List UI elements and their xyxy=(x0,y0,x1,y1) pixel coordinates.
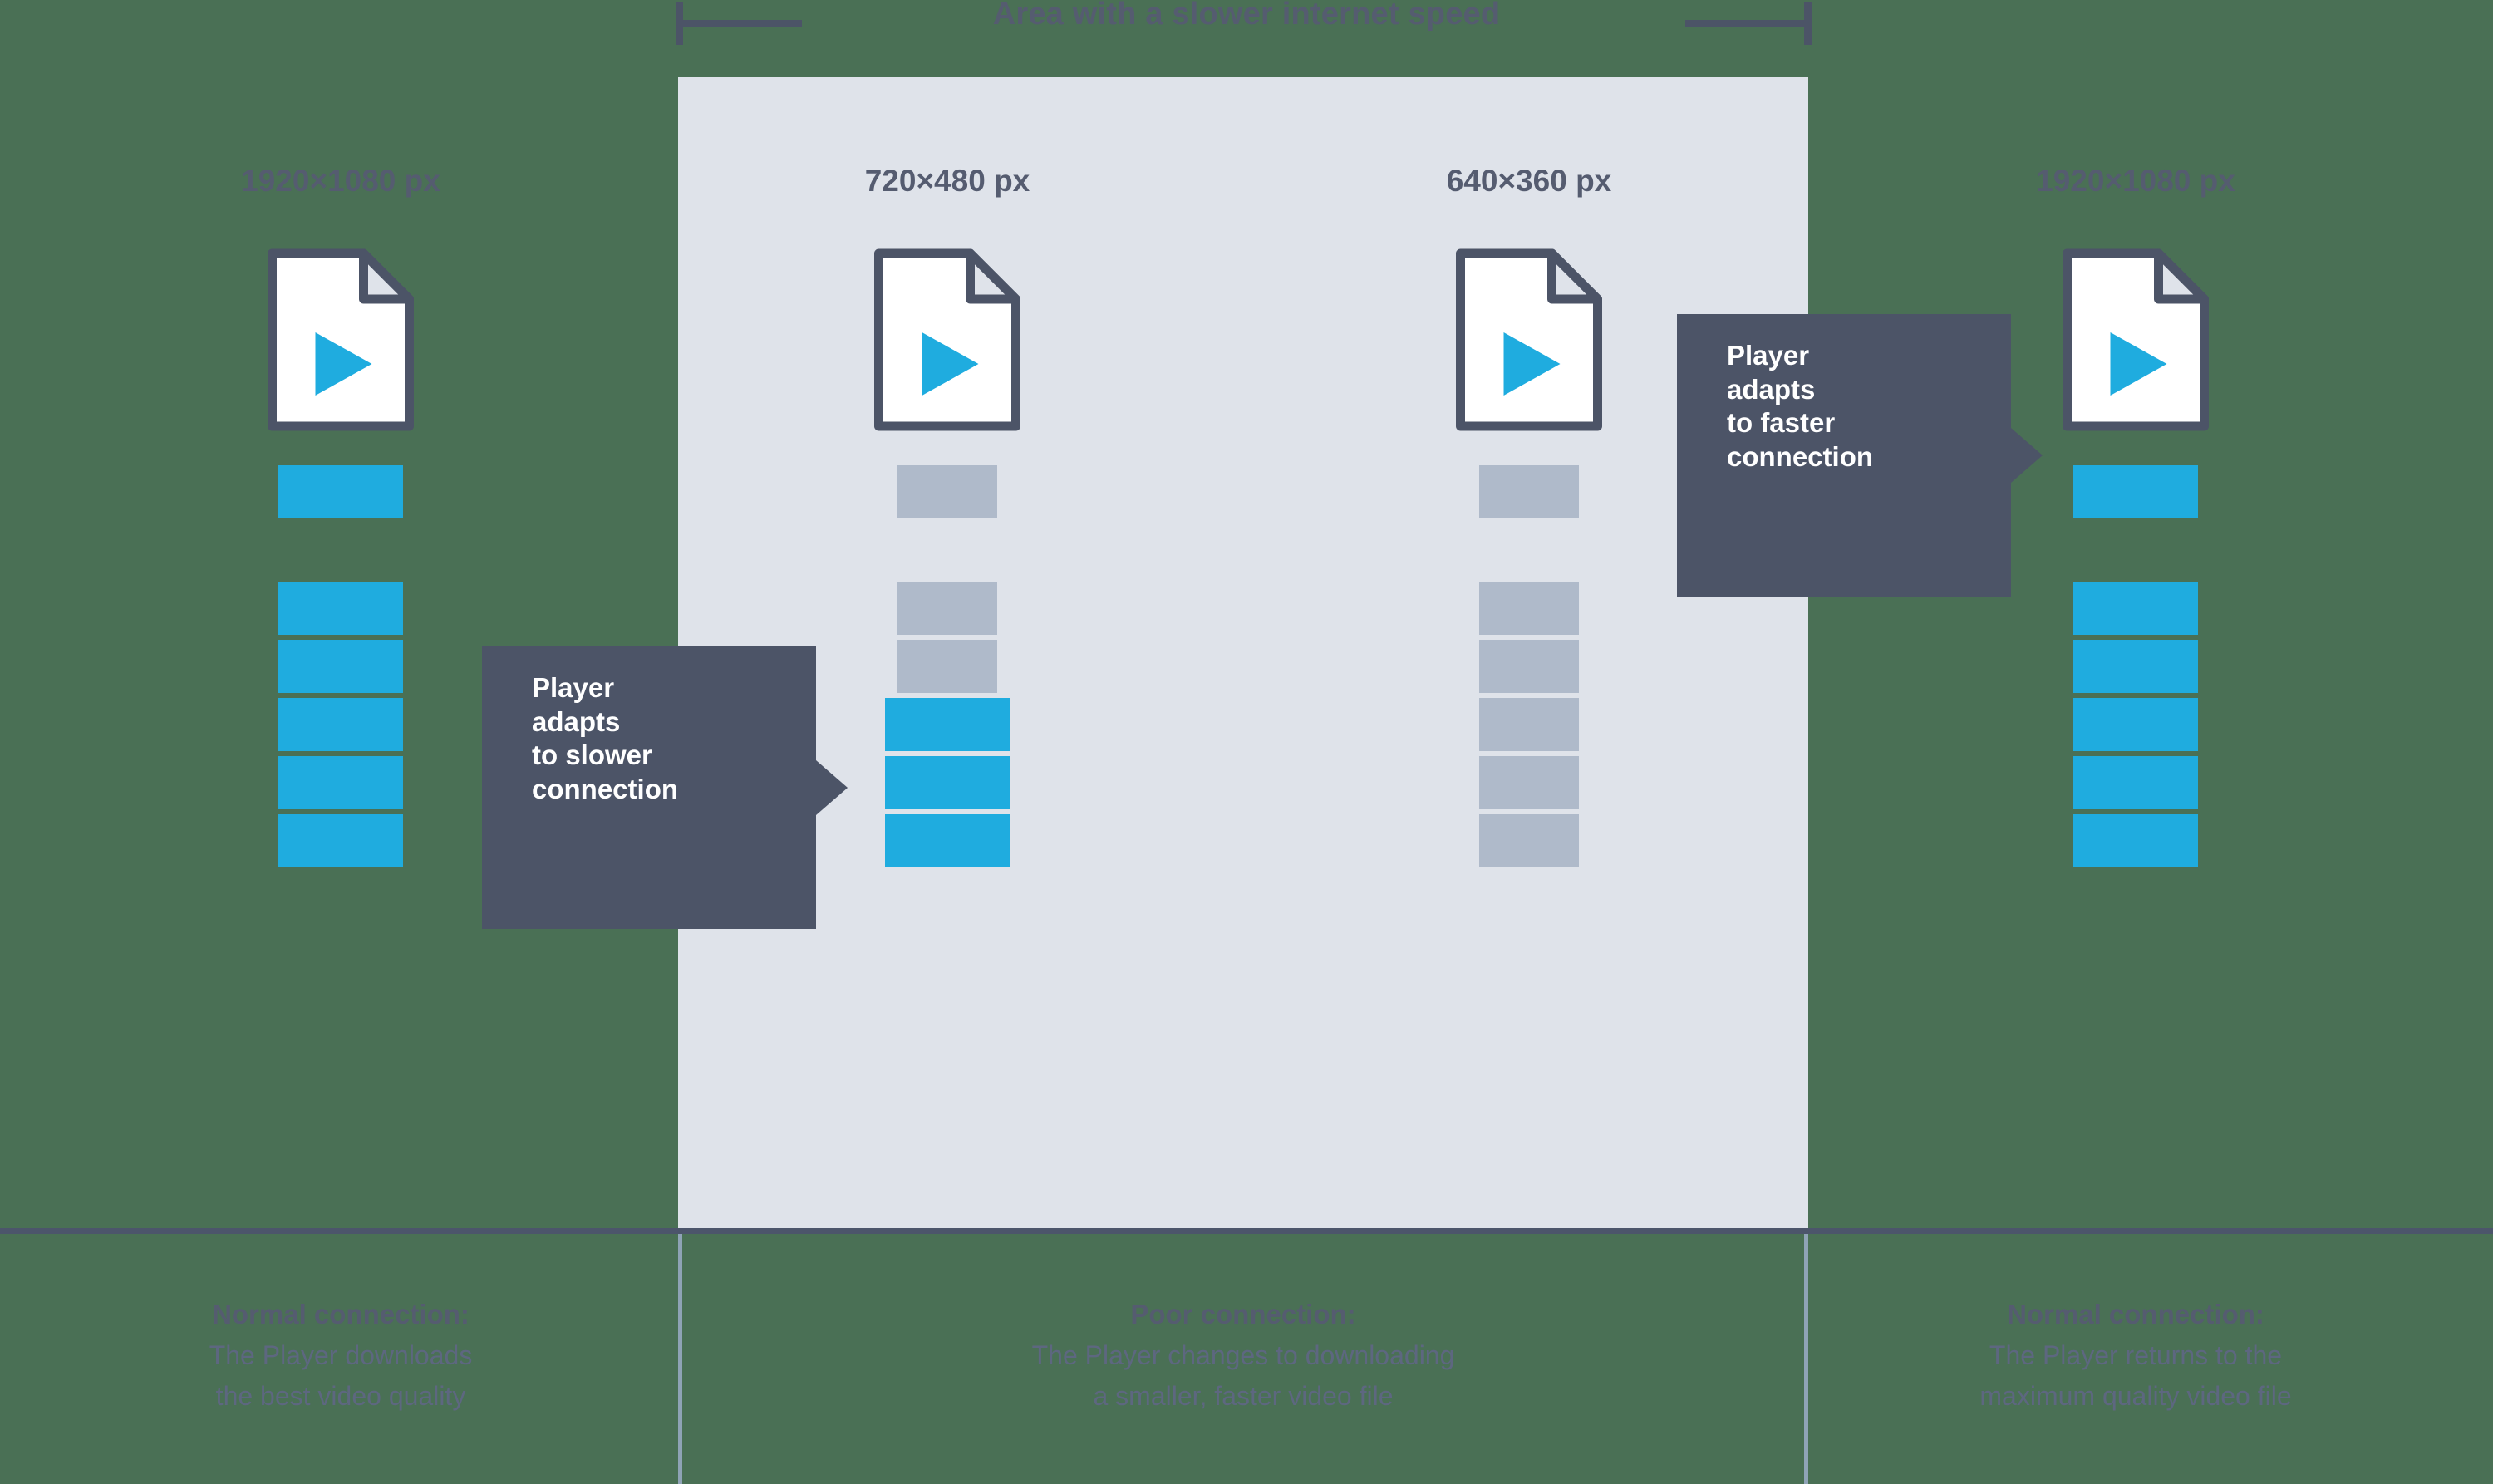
video-segment xyxy=(278,698,403,751)
video-segment xyxy=(278,582,403,635)
video-segment xyxy=(1479,465,1579,518)
callout-adapts-slower: Player adapts to slower connection xyxy=(482,646,848,929)
resolution-label: 1920×1080 px xyxy=(2036,164,2235,198)
column-poor-640: 640×360 px xyxy=(1296,0,1762,1235)
video-segment xyxy=(897,640,997,693)
video-segment xyxy=(885,756,1010,809)
video-segment xyxy=(278,756,403,809)
video-segment xyxy=(2073,814,2198,867)
caption-normal-after: Normal connection: The Player returns to… xyxy=(1853,1298,2418,1413)
column-poor-720: 720×480 px xyxy=(715,0,1180,1235)
callout-line-2: adapts xyxy=(532,705,621,737)
video-segment xyxy=(885,698,1010,751)
video-segment xyxy=(1479,814,1579,867)
callout-line-2: adapts xyxy=(1727,373,1816,405)
callout-line-4: connection xyxy=(1727,440,1874,472)
caption-line-1: The Player returns to the xyxy=(1989,1340,2283,1371)
callout-line-4: connection xyxy=(532,773,679,804)
vertical-divider-left xyxy=(678,1234,682,1484)
callout-line-1: Player xyxy=(532,672,615,703)
column-normal-before: 1920×1080 px Normal connection: The Play… xyxy=(108,0,573,1411)
caption-poor-connection: Poor connection: The Player changes to d… xyxy=(961,1298,1526,1413)
callout-line-1: Player xyxy=(1727,340,1810,371)
caption-line-2: the best video quality xyxy=(215,1381,466,1412)
video-file-icon xyxy=(264,245,418,435)
video-segment xyxy=(1479,582,1579,635)
video-segment xyxy=(1479,698,1579,751)
video-segment xyxy=(2073,582,2198,635)
caption-normal-before: Normal connection: The Player downloads … xyxy=(58,1298,623,1413)
video-file-icon xyxy=(871,245,1025,435)
video-segment xyxy=(2073,698,2198,751)
video-segment xyxy=(2073,756,2198,809)
callout-line-3: to slower xyxy=(532,740,652,771)
callout-line-3: to faster xyxy=(1727,407,1836,439)
video-segment xyxy=(1479,640,1579,693)
video-segment xyxy=(278,465,403,518)
callout-adapts-faster: Player adapts to faster connection xyxy=(1677,314,2043,597)
diagram-stage: Area with a slower internet speed 1920×1… xyxy=(0,0,2493,1484)
video-segment xyxy=(897,582,997,635)
video-segment xyxy=(2073,640,2198,693)
resolution-label: 720×480 px xyxy=(864,164,1030,198)
video-file-icon xyxy=(1453,245,1606,435)
caption-title: Poor connection: xyxy=(1130,1299,1356,1329)
caption-line-1: The Player changes to downloading xyxy=(1031,1340,1455,1371)
resolution-label: 640×360 px xyxy=(1446,164,1612,198)
video-file-icon xyxy=(2059,245,2213,435)
video-segment xyxy=(278,814,403,867)
video-segment xyxy=(2073,465,2198,518)
video-segment xyxy=(897,465,997,518)
caption-line-2: maximum quality video file xyxy=(1979,1381,2292,1412)
caption-title: Normal connection: xyxy=(2007,1299,2264,1329)
video-segment xyxy=(278,640,403,693)
horizontal-divider xyxy=(0,1228,2493,1234)
caption-title: Normal connection: xyxy=(212,1299,470,1329)
vertical-divider-right xyxy=(1804,1234,1808,1484)
column-normal-after: 1920×1080 px Normal connection: The Play… xyxy=(1903,0,2368,1411)
resolution-label: 1920×1080 px xyxy=(241,164,440,198)
caption-line-1: The Player downloads xyxy=(209,1340,473,1371)
caption-line-2: a smaller, faster video file xyxy=(1093,1381,1394,1412)
video-segment xyxy=(885,814,1010,867)
video-segment xyxy=(1479,756,1579,809)
